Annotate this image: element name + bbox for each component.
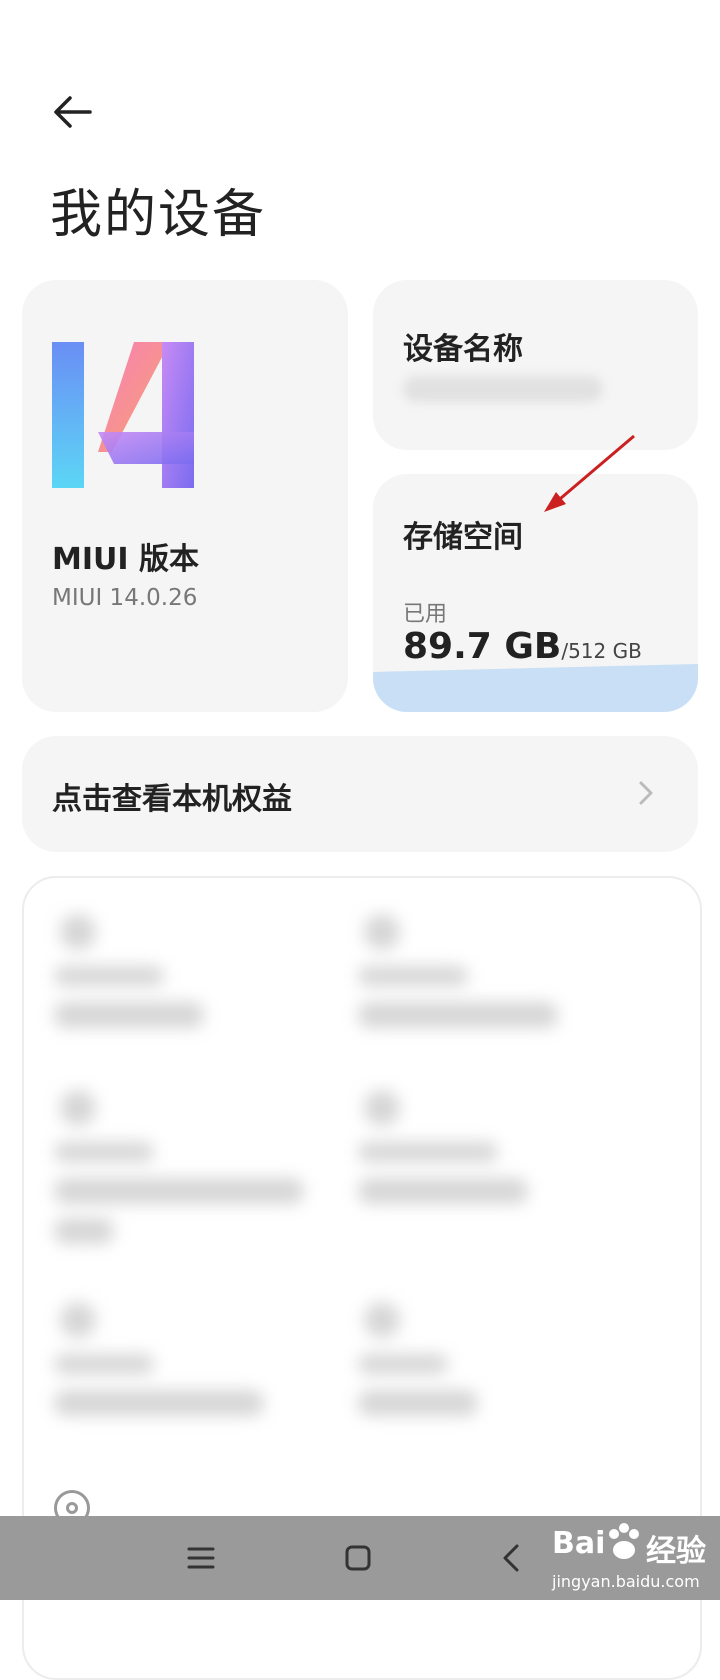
storage-usage-fill [373, 664, 698, 712]
spec-icon-blurred [364, 914, 400, 950]
watermark-brand-cn: 经验 [646, 1534, 706, 1569]
home-button[interactable] [338, 1538, 378, 1578]
spec-label-blurred [54, 966, 164, 986]
miui-version-card[interactable]: MIUI 版本 MIUI 14.0.26 [22, 280, 348, 712]
storage-usage: 89.7 GB/512 GB [403, 626, 642, 667]
spec-value-blurred [358, 1178, 528, 1204]
annotation-arrow-icon [544, 434, 635, 512]
spec-icon-blurred [60, 914, 96, 950]
storage-used-value: 89.7 GB [403, 626, 562, 667]
system-back-button[interactable] [492, 1538, 532, 1578]
device-benefits-label: 点击查看本机权益 [52, 782, 292, 817]
storage-total-value: /512 GB [561, 639, 642, 663]
back-button[interactable] [50, 92, 96, 132]
spec-icon-blurred [60, 1302, 96, 1338]
watermark-url: jingyan.baidu.com [552, 1572, 700, 1591]
home-icon [345, 1545, 371, 1571]
spec-label-blurred [358, 1354, 448, 1374]
spec-label-blurred [54, 1354, 154, 1374]
menu-icon [187, 1547, 215, 1569]
paw-icon [609, 1523, 639, 1559]
spec-value-blurred [358, 1002, 558, 1028]
spec-value-blurred [54, 1390, 264, 1416]
spec-icon-blurred [364, 1090, 400, 1126]
arrow-left-icon [54, 96, 92, 128]
chevron-right-icon [639, 781, 653, 805]
back-icon [503, 1544, 519, 1572]
device-name-card[interactable]: 设备名称 [373, 280, 698, 450]
storage-used-label: 已用 [403, 602, 448, 627]
storage-label: 存储空间 [403, 520, 523, 555]
spec-label-blurred [54, 1142, 154, 1162]
spec-icon-blurred [364, 1302, 400, 1338]
device-name-value-blurred [403, 376, 603, 402]
device-name-label: 设备名称 [403, 332, 523, 367]
watermark-brand: Bai [552, 1526, 606, 1561]
spec-label-blurred [358, 1142, 498, 1162]
spec-value-blurred [54, 1218, 114, 1244]
device-benefits-row[interactable]: 点击查看本机权益 [22, 736, 698, 852]
miui-version-value: MIUI 14.0.26 [52, 585, 198, 611]
recent-apps-button[interactable] [181, 1538, 221, 1578]
baidu-jingyan-watermark: Bai 经验 jingyan.baidu.com [552, 1520, 712, 1598]
spec-icon-blurred [60, 1090, 96, 1126]
spec-label-blurred [358, 966, 468, 986]
miui-14-logo-icon [52, 342, 194, 488]
page-title: 我的设备 [50, 185, 267, 245]
spec-value-blurred [358, 1390, 478, 1416]
spec-value-blurred [54, 1002, 204, 1028]
miui-version-label: MIUI 版本 [52, 542, 199, 577]
storage-card[interactable]: 存储空间 已用 89.7 GB/512 GB [373, 474, 698, 712]
spec-value-blurred [54, 1178, 304, 1204]
